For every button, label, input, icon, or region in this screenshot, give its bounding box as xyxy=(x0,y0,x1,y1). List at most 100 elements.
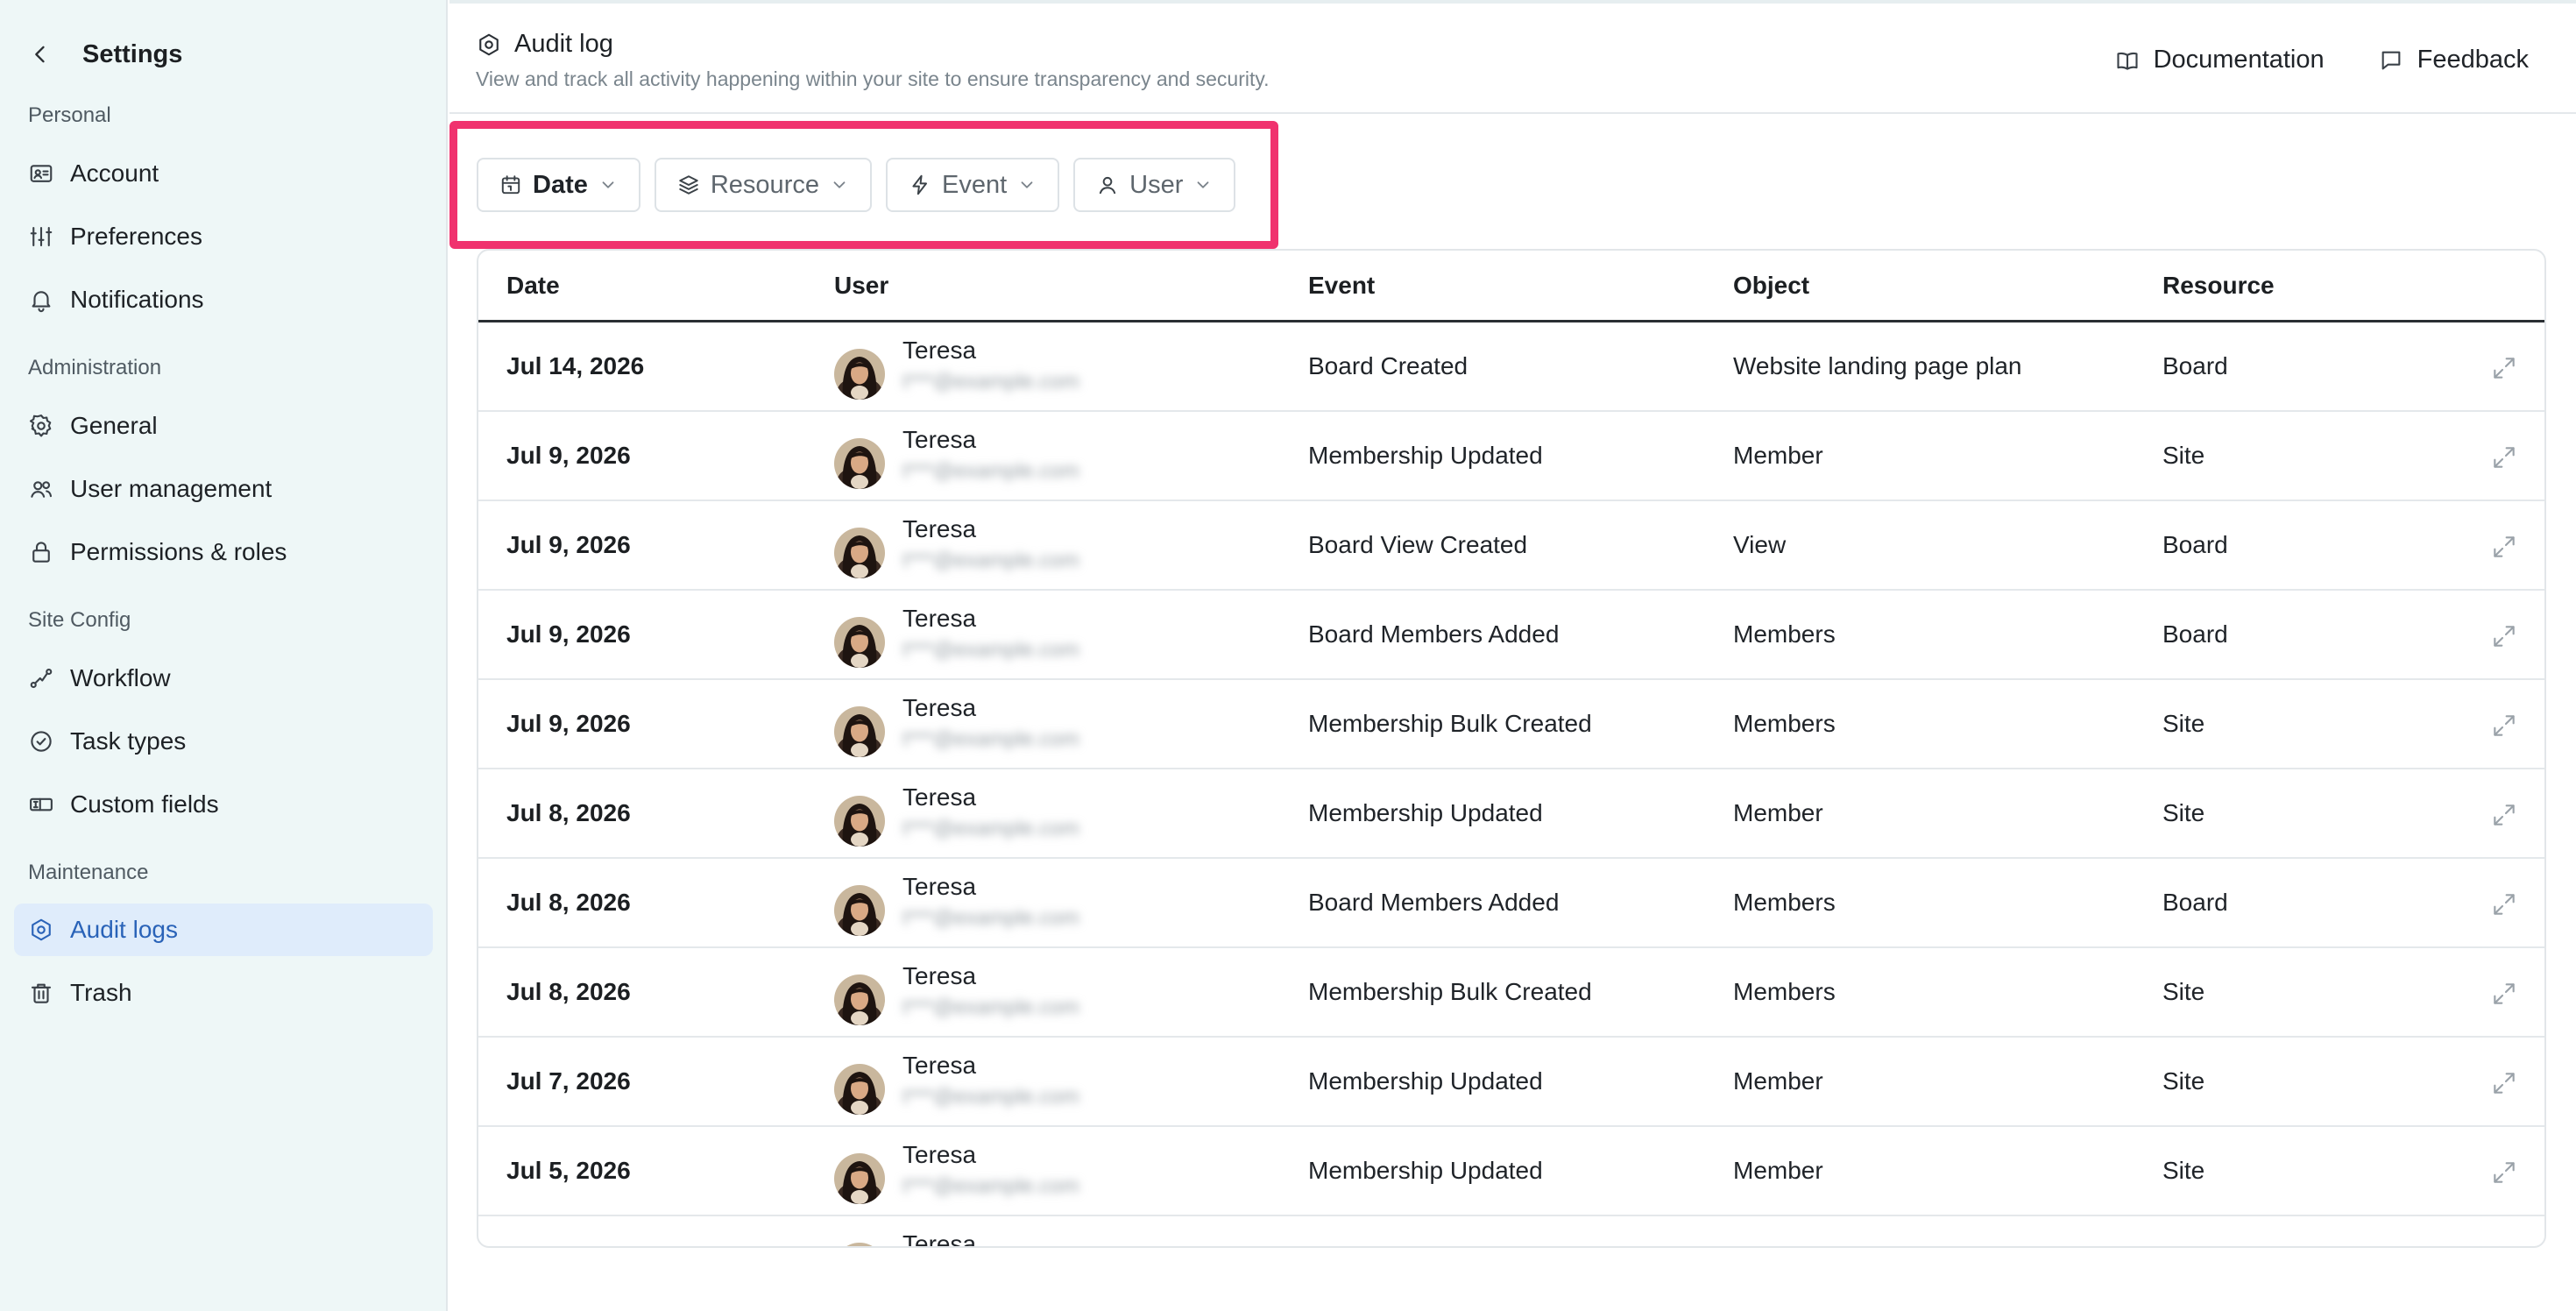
sidebar-item-label: Custom fields xyxy=(70,790,219,818)
row-user-email: t***@example.com xyxy=(902,817,1079,840)
row-user-name: Teresa xyxy=(902,515,977,542)
table-row[interactable]: Jul 9, 2026 Teresa t***@example.com Board V… xyxy=(478,501,2544,591)
table-row[interactable]: Jul 14, 2026 Teresa t***@example.com Board … xyxy=(478,322,2544,412)
row-user-name: Teresa xyxy=(902,962,977,989)
section-administration: Administration xyxy=(28,356,162,379)
row-date: Jul 14, 2026 xyxy=(506,352,645,379)
row-user-email: t***@example.com xyxy=(902,996,1079,1019)
row-resource: Site xyxy=(2162,1067,2205,1095)
sidebar-item-general[interactable]: General xyxy=(14,400,433,452)
row-object: Members xyxy=(1733,889,1836,916)
expand-icon[interactable] xyxy=(2490,980,2518,1008)
table-row[interactable]: Jul 8, 2026 Teresa t***@example.com Board M… xyxy=(478,859,2544,948)
table-row[interactable]: Jul 9, 2026 Teresa t***@example.com Members… xyxy=(478,412,2544,501)
expand-icon[interactable] xyxy=(2490,533,2518,561)
sidebar-item-label: User management xyxy=(70,475,272,502)
sidebar-item-preferences[interactable]: Preferences xyxy=(14,210,433,263)
column-header-event[interactable]: Event xyxy=(1308,272,1375,300)
row-object: Members xyxy=(1733,710,1836,737)
row-event: Membership Bulk Created xyxy=(1308,710,1592,737)
sidebar-item-label: Preferences xyxy=(70,223,202,250)
sidebar-item-workflow[interactable]: Workflow xyxy=(14,652,433,705)
expand-icon[interactable] xyxy=(2490,712,2518,740)
sidebar-item-trash[interactable]: Trash xyxy=(14,967,433,1019)
page-subtitle: View and track all activity happening wi… xyxy=(476,67,1270,90)
column-header-resource[interactable]: Resource xyxy=(2162,272,2275,300)
row-user-email: t***@example.com xyxy=(902,727,1079,751)
sidebar-item-task-types[interactable]: Task types xyxy=(14,715,433,768)
row-resource: Site xyxy=(2162,1157,2205,1184)
event-filter-button[interactable]: Event xyxy=(885,158,1060,212)
row-resource: Site xyxy=(2162,710,2205,737)
table-row[interactable]: Jul 7, 2026 Teresa t***@example.com Members… xyxy=(478,1038,2544,1127)
row-resource: Board xyxy=(2162,531,2228,558)
page-header: Audit log View and track all activity ha… xyxy=(449,0,2576,114)
documentation-link[interactable]: Documentation xyxy=(2115,46,2325,74)
expand-icon[interactable] xyxy=(2490,801,2518,829)
sidebar-item-permissions[interactable]: Permissions & roles xyxy=(14,526,433,578)
sidebar-item-custom-fields[interactable]: Custom fields xyxy=(14,778,433,831)
row-user-name: Teresa xyxy=(902,605,977,632)
chevron-down-icon xyxy=(1193,175,1213,195)
sidebar-item-label: Permissions & roles xyxy=(70,538,287,565)
lock-icon xyxy=(28,539,54,565)
user-icon xyxy=(1096,174,1119,196)
column-header-object[interactable]: Object xyxy=(1733,272,1809,300)
table-row[interactable]: Jul 8, 2026 Teresa t***@example.com Members… xyxy=(478,948,2544,1038)
workflow-icon xyxy=(28,665,54,691)
row-event: Membership Updated xyxy=(1308,1067,1543,1095)
sidebar-item-user-management[interactable]: User management xyxy=(14,463,433,515)
sidebar-item-account[interactable]: Account xyxy=(14,147,433,200)
feedback-link[interactable]: Feedback xyxy=(2379,46,2529,74)
row-event: Membership Updated xyxy=(1308,799,1543,826)
expand-icon[interactable] xyxy=(2490,443,2518,471)
feedback-label: Feedback xyxy=(2417,46,2529,74)
expand-icon[interactable] xyxy=(2490,1069,2518,1097)
sidebar-item-audit-logs[interactable]: Audit logs xyxy=(14,904,433,956)
back-arrow-icon[interactable] xyxy=(28,42,53,67)
date-filter-button[interactable]: Date xyxy=(477,158,640,212)
table-row[interactable]: Jul 8, 2026 Teresa t***@example.com Members… xyxy=(478,769,2544,859)
sidebar-item-notifications[interactable]: Notifications xyxy=(14,273,433,326)
resource-filter-label: Resource xyxy=(710,170,819,199)
lightning-bolt-icon xyxy=(909,174,931,196)
row-resource: Site xyxy=(2162,799,2205,826)
row-user-email: t***@example.com xyxy=(902,638,1079,662)
row-object: Member xyxy=(1733,1067,1823,1095)
sliders-icon xyxy=(28,223,54,250)
row-resource: Board xyxy=(2162,620,2228,648)
table-row[interactable]: Teresa xyxy=(478,1216,2544,1248)
column-header-date[interactable]: Date xyxy=(506,272,560,300)
expand-icon[interactable] xyxy=(2490,1159,2518,1187)
row-event: Board Members Added xyxy=(1308,889,1560,916)
column-header-user[interactable]: User xyxy=(834,272,888,300)
row-user-email: t***@example.com xyxy=(902,370,1079,393)
sidebar-item-label: Notifications xyxy=(70,286,204,313)
sidebar-item-label: Audit logs xyxy=(70,916,178,943)
page-title-group: Audit log xyxy=(476,30,613,59)
sidebar-item-label: Workflow xyxy=(70,664,171,691)
row-user-name: Teresa xyxy=(902,1141,977,1168)
user-filter-button[interactable]: User xyxy=(1073,158,1236,212)
table-row[interactable]: Jul 5, 2026 Teresa t***@example.com Members… xyxy=(478,1127,2544,1216)
row-date: Jul 8, 2026 xyxy=(506,978,631,1005)
table-row[interactable]: Jul 9, 2026 Teresa t***@example.com Members… xyxy=(478,680,2544,769)
layers-icon xyxy=(677,174,700,196)
expand-icon[interactable] xyxy=(2490,890,2518,918)
calendar-icon xyxy=(499,174,522,196)
row-user-name: Teresa xyxy=(902,1230,977,1248)
row-event: Membership Updated xyxy=(1308,442,1543,469)
row-event: Membership Updated xyxy=(1308,1157,1543,1184)
expand-icon[interactable] xyxy=(2490,622,2518,650)
row-object: Member xyxy=(1733,799,1823,826)
table-row[interactable]: Jul 9, 2026 Teresa t***@example.com Board M… xyxy=(478,591,2544,680)
row-date: Jul 8, 2026 xyxy=(506,799,631,826)
row-user-name: Teresa xyxy=(902,873,977,900)
settings-sidebar: Settings Personal Account Preferences No… xyxy=(0,0,448,1311)
row-object: Members xyxy=(1733,978,1836,1005)
date-filter-label: Date xyxy=(533,170,588,199)
resource-filter-button[interactable]: Resource xyxy=(654,158,872,212)
expand-icon[interactable] xyxy=(2490,354,2518,382)
sidebar-item-label: General xyxy=(70,412,158,439)
gear-icon xyxy=(28,413,54,439)
